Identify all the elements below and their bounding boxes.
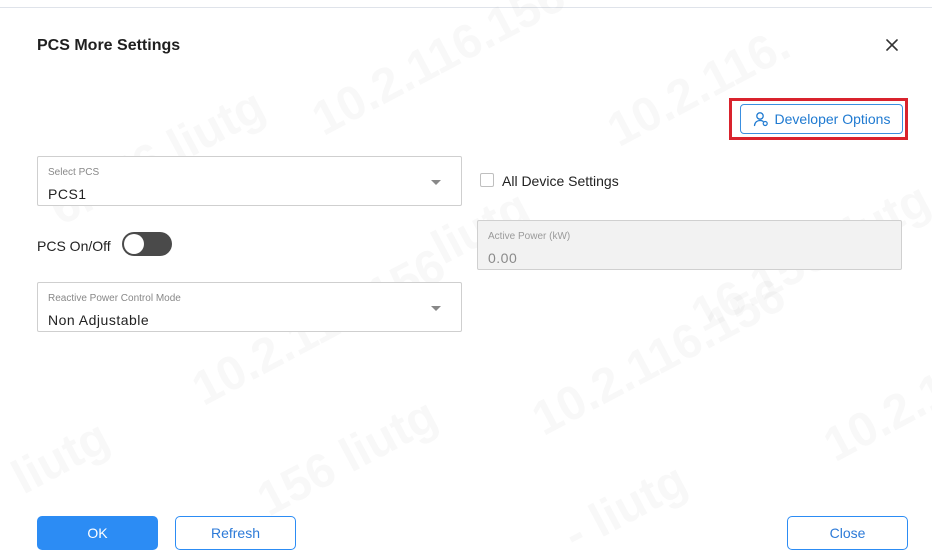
refresh-button[interactable]: Refresh (175, 516, 296, 550)
reactive-mode-label: Reactive Power Control Mode (48, 293, 181, 304)
close-button[interactable]: Close (787, 516, 908, 550)
pcs-onoff-label: PCS On/Off (37, 238, 111, 254)
developer-options-button[interactable]: Developer Options (740, 104, 903, 134)
all-device-settings-label: All Device Settings (502, 173, 619, 189)
chevron-down-icon (431, 180, 441, 185)
select-pcs-dropdown[interactable]: Select PCS PCS1 (37, 156, 462, 206)
watermark-layer: 10.2.116.156 6.156 liutg 10.2.116. liutg… (3, 0, 932, 550)
developer-options-label: Developer Options (774, 111, 891, 127)
reactive-mode-dropdown[interactable]: Reactive Power Control Mode Non Adjustab… (37, 282, 462, 332)
active-power-field: Active Power (kW) 0.00 (477, 220, 902, 270)
reactive-mode-value: Non Adjustable (48, 312, 150, 328)
dialog-title: PCS More Settings (37, 37, 181, 54)
close-icon[interactable] (880, 33, 904, 57)
ok-button[interactable]: OK (37, 516, 158, 550)
active-power-value: 0.00 (488, 250, 518, 266)
all-device-settings-checkbox[interactable] (480, 173, 494, 187)
active-power-label: Active Power (kW) (488, 231, 571, 242)
toggle-knob (124, 234, 144, 254)
select-pcs-label: Select PCS (48, 167, 100, 178)
user-settings-icon (753, 111, 769, 127)
select-pcs-value: PCS1 (48, 186, 87, 202)
pcs-onoff-toggle[interactable] (122, 232, 172, 256)
chevron-down-icon (431, 306, 441, 311)
top-divider (0, 7, 932, 8)
